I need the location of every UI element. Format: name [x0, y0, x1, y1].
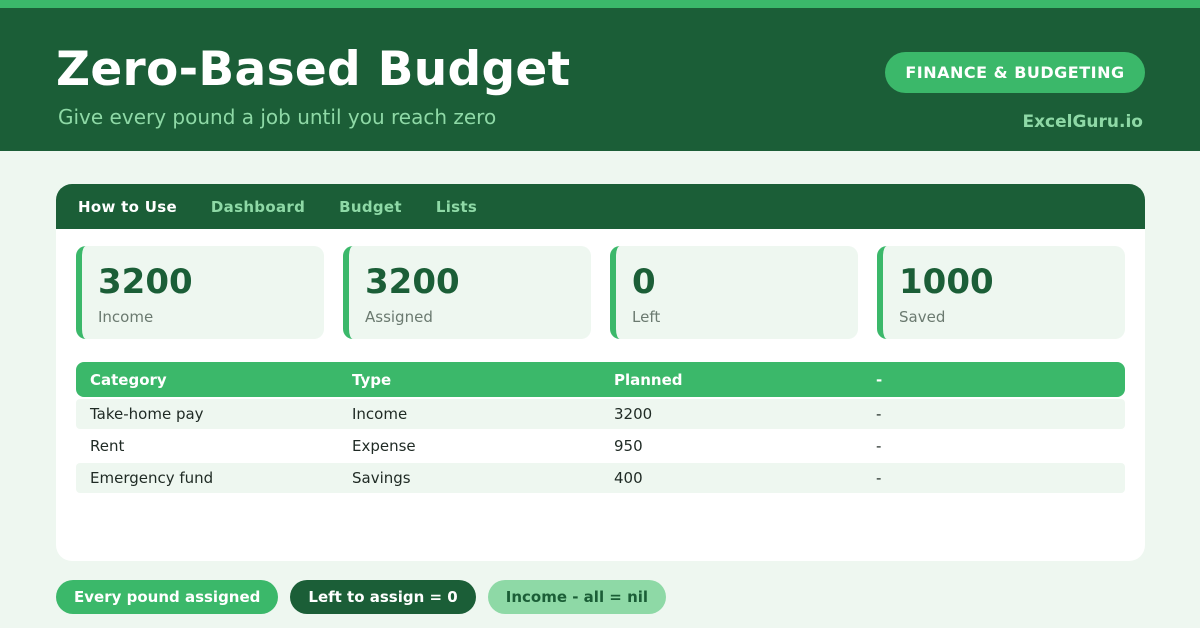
stat-value: 0: [632, 262, 656, 302]
table-cell: Savings: [352, 469, 411, 487]
stat-label: Left: [632, 308, 661, 326]
budget-table: Category Type Planned - Take-home pay In…: [76, 362, 1125, 493]
feature-pills: Every pound assigned Left to assign = 0 …: [56, 580, 667, 614]
table-cell: 950: [614, 437, 643, 455]
table-cell: Rent: [90, 437, 125, 455]
header-banner: Zero-Based Budget Give every pound a job…: [0, 8, 1200, 151]
table-cell: Income: [352, 405, 408, 423]
sheet-tab-bar: How to Use Dashboard Budget Lists: [56, 184, 1145, 229]
stat-value: 1000: [899, 262, 994, 302]
tab-how-to-use[interactable]: How to Use: [78, 198, 177, 216]
stat-card-income: 3200 Income: [76, 246, 324, 339]
stat-value: 3200: [98, 262, 193, 302]
stat-label: Income: [98, 308, 154, 326]
column-header-extra: -: [876, 370, 883, 389]
tab-lists[interactable]: Lists: [436, 198, 477, 216]
column-header-category: Category: [90, 370, 167, 389]
feature-pill-income-minus-all: Income - all = nil: [487, 580, 667, 614]
stat-card-saved: 1000 Saved: [877, 246, 1125, 339]
table-cell: -: [876, 469, 882, 487]
column-header-type: Type: [352, 370, 392, 389]
tab-budget[interactable]: Budget: [339, 198, 402, 216]
table-cell: Emergency fund: [90, 469, 214, 487]
category-badge: FINANCE & BUDGETING: [885, 52, 1145, 93]
feature-pill-every-pound-assigned: Every pound assigned: [56, 580, 279, 614]
stat-value: 3200: [365, 262, 460, 302]
table-cell: -: [876, 437, 882, 455]
stat-card-left: 0 Left: [610, 246, 858, 339]
table-row: Take-home pay Income 3200 -: [76, 399, 1125, 429]
table-cell: Expense: [352, 437, 416, 455]
column-header-planned: Planned: [614, 370, 683, 389]
top-accent-strip: [0, 0, 1200, 8]
workbook-preview-card: How to Use Dashboard Budget Lists 3200 I…: [56, 184, 1145, 561]
stat-card-assigned: 3200 Assigned: [343, 246, 591, 339]
table-cell: 400: [614, 469, 643, 487]
table-cell: Take-home pay: [90, 405, 204, 423]
page-title: Zero-Based Budget: [56, 42, 571, 97]
page-subtitle: Give every pound a job until you reach z…: [58, 105, 497, 129]
feature-pill-left-to-assign: Left to assign = 0: [290, 580, 476, 614]
stats-row: 3200 Income 3200 Assigned 0 Left 1000 Sa…: [76, 246, 1125, 339]
tab-dashboard[interactable]: Dashboard: [211, 198, 305, 216]
table-cell: 3200: [614, 405, 653, 423]
stat-label: Assigned: [365, 308, 433, 326]
table-row: Rent Expense 950 -: [76, 431, 1125, 461]
table-cell: -: [876, 405, 882, 423]
table-row: Emergency fund Savings 400 -: [76, 463, 1125, 493]
brand-name: ExcelGuru.io: [1022, 112, 1143, 132]
stat-label: Saved: [899, 308, 946, 326]
table-header-row: Category Type Planned -: [76, 362, 1125, 397]
